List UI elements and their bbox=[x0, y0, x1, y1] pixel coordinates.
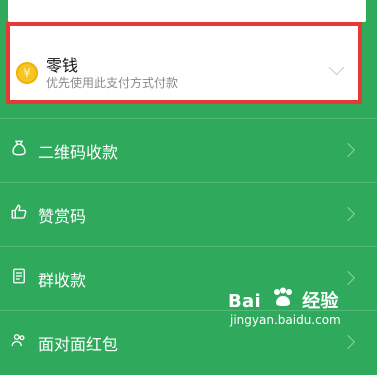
baidu-jingyan-watermark: Bai 经验 jingyan.baidu.com bbox=[228, 287, 368, 332]
previous-card-edge bbox=[8, 0, 366, 22]
watermark-brand-prefix: Bai bbox=[228, 291, 261, 312]
chevron-right-icon bbox=[340, 142, 356, 158]
watermark-url: jingyan.baidu.com bbox=[230, 313, 341, 327]
watermark-brand-suffix: 经验 bbox=[302, 291, 339, 312]
menu-item-label: 群收款 bbox=[38, 271, 87, 290]
payment-method-title: 零钱 bbox=[46, 56, 79, 75]
chevron-down-icon[interactable] bbox=[328, 59, 345, 76]
payment-method-card[interactable]: 零钱 优先使用此支付方式付款 bbox=[6, 22, 362, 104]
menu-item-label: 面对面红包 bbox=[38, 335, 119, 354]
menu-item-label: 二维码收款 bbox=[38, 143, 119, 162]
coin-icon bbox=[16, 62, 38, 84]
thumbs-up-icon bbox=[11, 204, 27, 219]
payment-method-subtitle: 优先使用此支付方式付款 bbox=[46, 76, 179, 90]
menu-item-appreciation-code[interactable]: 赞赏码 bbox=[0, 182, 377, 247]
chevron-right-icon bbox=[340, 206, 356, 222]
chevron-right-icon bbox=[340, 270, 356, 286]
menu-item-label: 赞赏码 bbox=[38, 207, 87, 226]
paw-icon bbox=[274, 287, 292, 306]
menu-item-qr-code-receive[interactable]: 二维码收款 bbox=[0, 118, 377, 183]
document-icon bbox=[13, 268, 25, 284]
chevron-right-icon bbox=[340, 334, 356, 350]
people-icon bbox=[11, 334, 25, 347]
money-bag-icon bbox=[12, 140, 26, 156]
